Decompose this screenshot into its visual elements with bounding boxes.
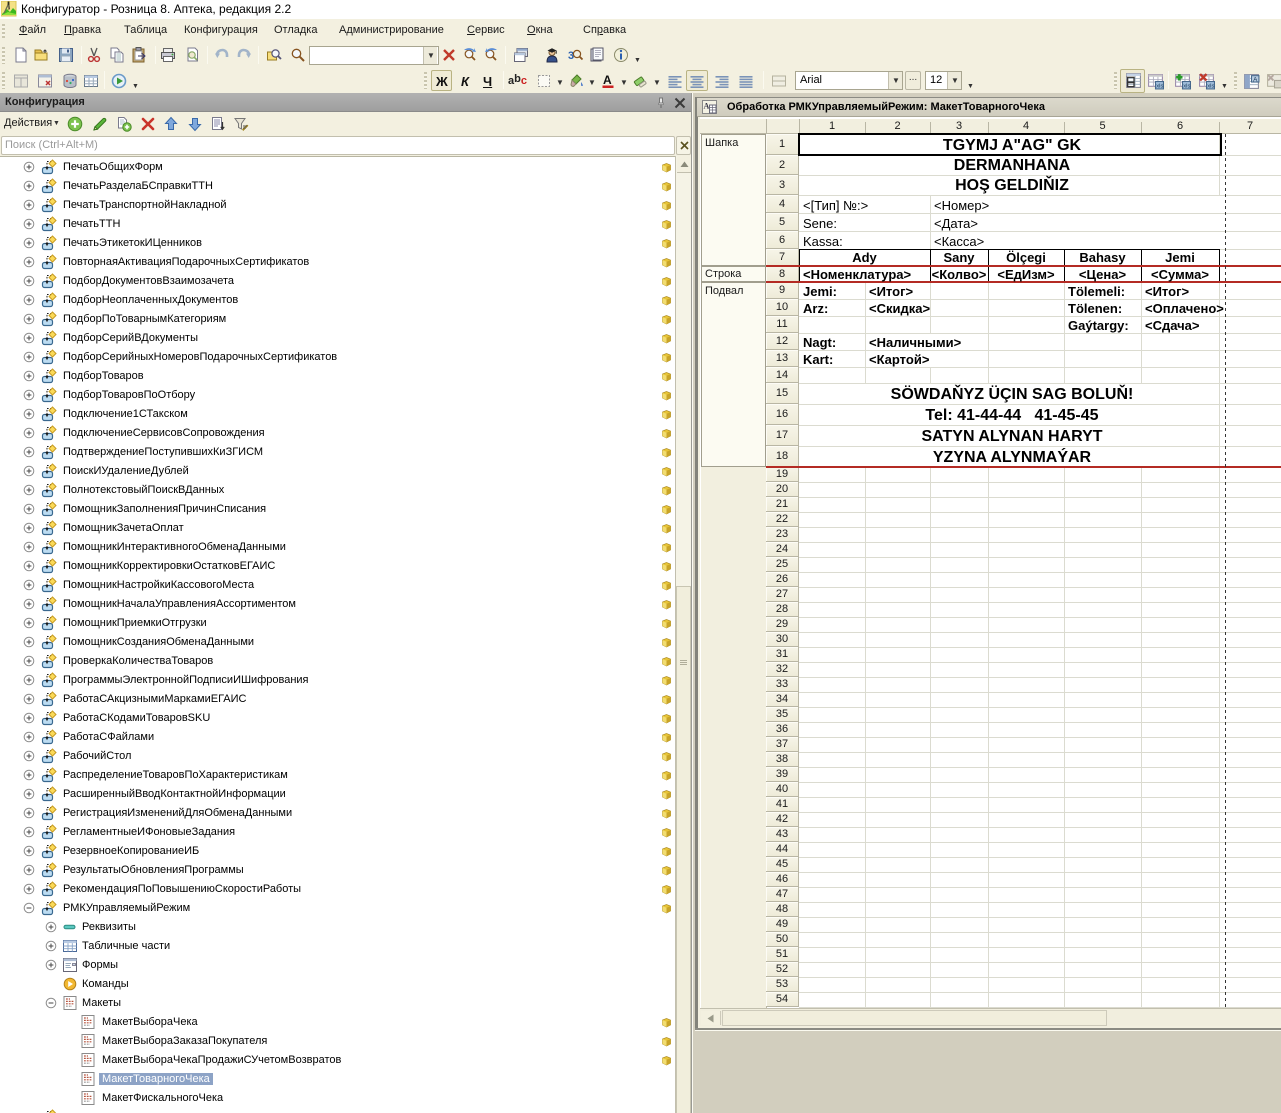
- svg-text:xls: xls: [1156, 83, 1163, 89]
- svg-text:A: A: [603, 73, 612, 87]
- svg-text:3: 3: [568, 50, 574, 62]
- svg-text:A: A: [704, 102, 710, 111]
- svg-text:xls: xls: [1207, 83, 1214, 89]
- svg-text:xls: xls: [1183, 83, 1190, 89]
